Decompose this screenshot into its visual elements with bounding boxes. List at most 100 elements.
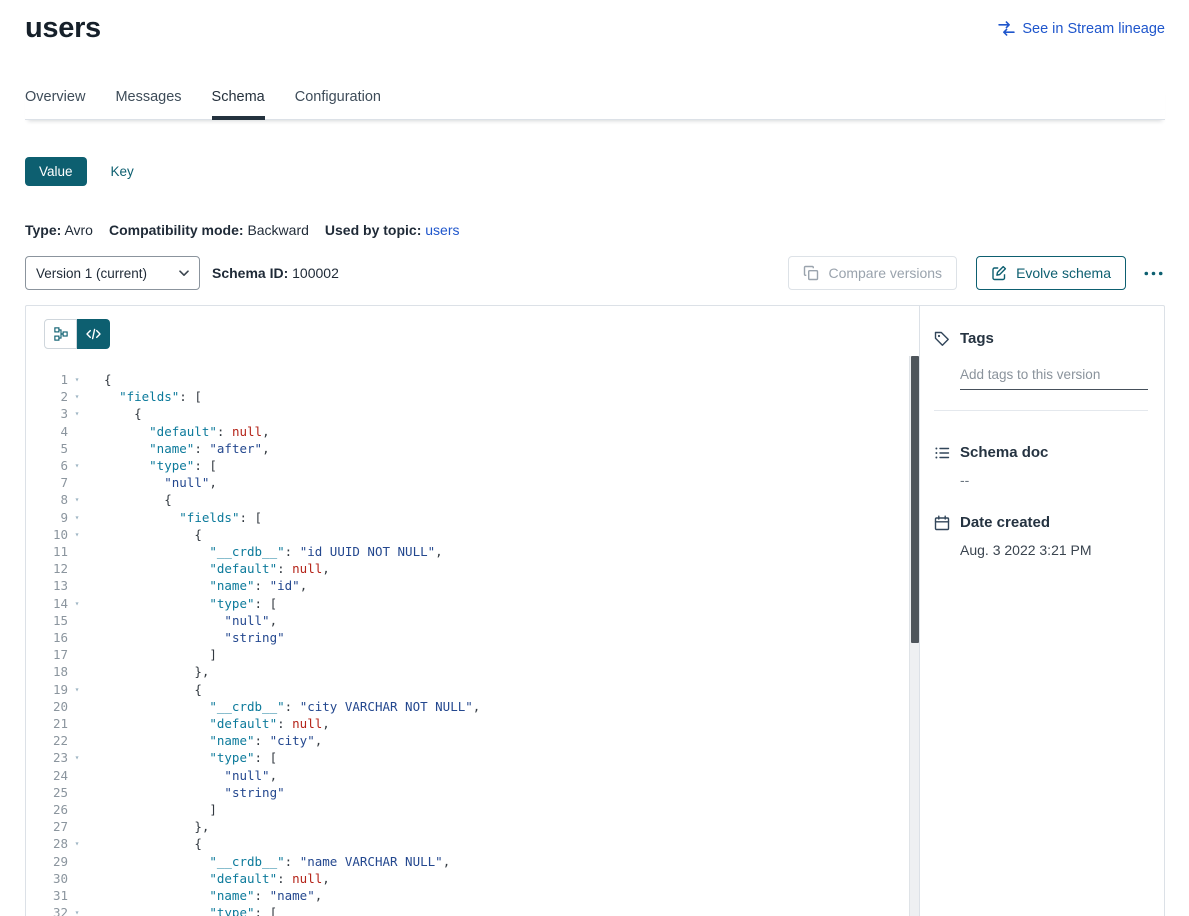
fold-spacer: [68, 853, 86, 870]
fold-spacer: [68, 663, 86, 680]
topic-link[interactable]: users: [425, 222, 459, 238]
list-icon: [934, 445, 950, 461]
line-number: 14: [32, 595, 68, 612]
schema-doc-title: Schema doc: [960, 444, 1048, 461]
fold-toggle-icon[interactable]: ▾: [68, 835, 86, 852]
code-line: 23▾ "type": [: [32, 749, 919, 766]
fold-spacer: [68, 423, 86, 440]
fold-toggle-icon[interactable]: ▾: [68, 388, 86, 405]
code-text: "__crdb__": "id UUID NOT NULL",: [86, 543, 443, 560]
editor-view-toggle: [44, 319, 919, 349]
line-number: 18: [32, 663, 68, 680]
code-line: 17 ]: [32, 646, 919, 663]
line-number: 30: [32, 870, 68, 887]
date-created-section: Date created Aug. 3 2022 3:21 PM: [934, 514, 1148, 558]
code-text: {: [86, 405, 142, 422]
fold-spacer: [68, 887, 86, 904]
code-text: "type": [: [86, 904, 277, 916]
line-number: 8: [32, 491, 68, 508]
code-line: 24 "null",: [32, 767, 919, 784]
tree-view-button[interactable]: [44, 319, 77, 349]
code-text: "type": [: [86, 749, 277, 766]
editor-scrollbar-thumb[interactable]: [911, 356, 919, 643]
line-number: 4: [32, 423, 68, 440]
meta-type: Type: Avro: [25, 222, 93, 238]
fold-toggle-icon[interactable]: ▾: [68, 405, 86, 422]
fold-spacer: [68, 784, 86, 801]
code-text: "name": "after",: [86, 440, 270, 457]
more-actions-button[interactable]: [1142, 267, 1165, 280]
tab-bar: Overview Messages Schema Configuration: [25, 89, 1165, 120]
fold-toggle-icon[interactable]: ▾: [68, 526, 86, 543]
code-line: 30 "default": null,: [32, 870, 919, 887]
compare-versions-button[interactable]: Compare versions: [788, 256, 957, 290]
schema-toolbar: Version 1 (current) Schema ID: 100002 Co…: [25, 256, 1165, 290]
tab-schema[interactable]: Schema: [212, 89, 265, 119]
code-line: 3▾ {: [32, 405, 919, 422]
line-number: 7: [32, 474, 68, 491]
schema-id-label: Schema ID:: [212, 265, 288, 281]
line-number: 23: [32, 749, 68, 766]
toolbar-actions: Compare versions Evolve schema: [788, 256, 1165, 290]
fold-toggle-icon[interactable]: ▾: [68, 491, 86, 508]
fold-toggle-icon[interactable]: ▾: [68, 509, 86, 526]
code-text: },: [86, 663, 209, 680]
tab-configuration[interactable]: Configuration: [295, 89, 381, 119]
code-line: 25 "string": [32, 784, 919, 801]
fold-spacer: [68, 646, 86, 663]
fold-toggle-icon[interactable]: ▾: [68, 749, 86, 766]
fold-toggle-icon[interactable]: ▾: [68, 371, 86, 388]
sidebar-divider: [934, 410, 1148, 411]
code-text: "name": "city",: [86, 732, 322, 749]
line-number: 17: [32, 646, 68, 663]
add-tags-input[interactable]: [960, 363, 1148, 390]
code-line: 31 "name": "name",: [32, 887, 919, 904]
tab-overview[interactable]: Overview: [25, 89, 85, 119]
code-line: 13 "name": "id",: [32, 577, 919, 594]
code-text: "default": null,: [86, 715, 330, 732]
version-select[interactable]: Version 1 (current): [25, 256, 200, 290]
meta-type-value: Avro: [64, 222, 93, 238]
value-key-toggle: Value Key: [25, 157, 1165, 186]
code-line: 1▾{: [32, 371, 919, 388]
code-view-button[interactable]: [77, 319, 110, 349]
code-text: "type": [: [86, 595, 277, 612]
code-line: 20 "__crdb__": "city VARCHAR NOT NULL",: [32, 698, 919, 715]
code-line: 18 },: [32, 663, 919, 680]
fold-toggle-icon[interactable]: ▾: [68, 457, 86, 474]
key-toggle-button[interactable]: Key: [97, 157, 148, 186]
code-text: "name": "name",: [86, 887, 322, 904]
line-number: 19: [32, 681, 68, 698]
schema-editor: 1▾{2▾ "fields": [3▾ {4 "default": null,5…: [26, 306, 919, 916]
line-number: 12: [32, 560, 68, 577]
line-number: 20: [32, 698, 68, 715]
code-line: 4 "default": null,: [32, 423, 919, 440]
stream-lineage-link[interactable]: See in Stream lineage: [998, 20, 1165, 37]
value-toggle-button[interactable]: Value: [25, 157, 87, 186]
line-number: 28: [32, 835, 68, 852]
schema-page: users See in Stream lineage Overview Mess…: [0, 0, 1189, 916]
fold-toggle-icon[interactable]: ▾: [68, 904, 86, 916]
code-line: 19▾ {: [32, 681, 919, 698]
code-line: 6▾ "type": [: [32, 457, 919, 474]
fold-toggle-icon[interactable]: ▾: [68, 595, 86, 612]
evolve-schema-button[interactable]: Evolve schema: [976, 256, 1126, 290]
code-line: 5 "name": "after",: [32, 440, 919, 457]
editor-scrollbar[interactable]: [909, 356, 919, 916]
line-number: 32: [32, 904, 68, 916]
line-number: 2: [32, 388, 68, 405]
fold-toggle-icon[interactable]: ▾: [68, 681, 86, 698]
code-text: {: [86, 491, 172, 508]
details-sidebar: Tags Schema doc --: [919, 306, 1164, 916]
schema-doc-header: Schema doc: [934, 444, 1148, 461]
compare-versions-label: Compare versions: [828, 265, 942, 281]
code-text: ]: [86, 646, 217, 663]
stream-lineage-label: See in Stream lineage: [1022, 21, 1165, 37]
fold-spacer: [68, 474, 86, 491]
tab-messages[interactable]: Messages: [115, 89, 181, 119]
code-text: "null",: [86, 612, 277, 629]
code-text: {: [86, 371, 112, 388]
schema-panel: 1▾{2▾ "fields": [3▾ {4 "default": null,5…: [25, 305, 1165, 916]
tags-section-header: Tags: [934, 330, 1148, 347]
fold-spacer: [68, 732, 86, 749]
